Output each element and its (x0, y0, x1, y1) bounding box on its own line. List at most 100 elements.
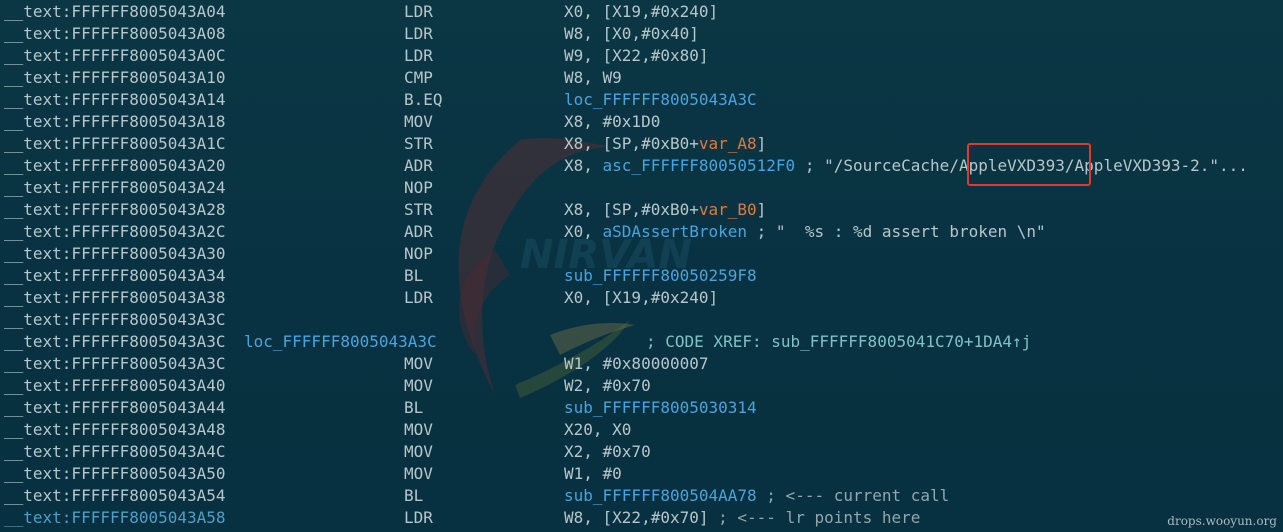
code-line[interactable]: __text:FFFFFF8005043A2C ADR X0, aSDAssertB… (0, 221, 1283, 243)
instruction-mnemonic: STR (404, 200, 433, 219)
code-line[interactable]: __text:FFFFFF8005043A3C MOV W1, #0x8000000… (0, 353, 1283, 375)
instruction-mnemonic: STR (404, 134, 433, 153)
line-address[interactable]: __text:FFFFFF8005043A34 (4, 265, 226, 287)
operand-text: W9, [X22,#0x80] (564, 46, 709, 65)
operand-variable[interactable]: var_A8 (699, 134, 757, 153)
instruction-operands: X0, [X19,#0x240] (564, 287, 718, 309)
instruction-mnemonic: LDR (404, 508, 433, 527)
line-address[interactable]: __text:FFFFFF8005043A24 (4, 177, 226, 199)
line-address[interactable]: __text:FFFFFF8005043A4C (4, 441, 226, 463)
operand-text: W8, [X22,#0x70] (564, 508, 709, 527)
line-address[interactable]: __text:FFFFFF8005043A20 (4, 155, 226, 177)
instruction-mnemonic: LDR (404, 24, 433, 43)
instruction-operands: X8, asc_FFFFFF80050512F0 ; "/SourceCache… (564, 155, 1248, 177)
instruction-mnemonic: MOV (404, 464, 433, 483)
instruction-mnemonic: ADR (404, 222, 433, 241)
code-line[interactable]: __text:FFFFFF8005043A4C MOV X2, #0x70 (0, 441, 1283, 463)
instruction-mnemonic: MOV (404, 354, 433, 373)
operand-text: X8, [SP,#0xB0+ (564, 200, 699, 219)
operand-text: X0, [X19,#0x240] (564, 288, 719, 307)
operand-text: X8, [SP,#0xB0+ (564, 134, 699, 153)
operand-text: W1, #0 (564, 464, 622, 483)
code-line[interactable]: __text:FFFFFF8005043A44 BL sub_FFFFFF80050… (0, 397, 1283, 419)
code-line[interactable]: __text:FFFFFF8005043A58 LDR W8, [X22,#0x70… (0, 507, 1283, 529)
code-line[interactable]: __text:FFFFFF8005043A30 NOP (0, 243, 1283, 265)
operand-reference[interactable]: loc_FFFFFF8005043A3C (564, 90, 757, 109)
instruction-mnemonic: MOV (404, 442, 433, 461)
operand-reference[interactable]: sub_FFFFFF800504AA78 (564, 486, 757, 505)
code-line[interactable]: __text:FFFFFF8005043A18 MOV X8, #0x1D0 (0, 111, 1283, 133)
line-address[interactable]: __text:FFFFFF8005043A2C (4, 221, 226, 243)
operand-text: W2, #0x70 (564, 376, 651, 395)
code-line[interactable]: __text:FFFFFF8005043A0C LDR W9, [X22,#0x80… (0, 45, 1283, 67)
line-address[interactable]: __text:FFFFFF8005043A04 (4, 1, 226, 23)
line-address[interactable]: __text:FFFFFF8005043A28 (4, 199, 226, 221)
instruction-operands: X8, [SP,#0xB0+var_B0] (564, 199, 766, 221)
operand-variable[interactable]: var_B0 (699, 200, 757, 219)
instruction-mnemonic: BL (404, 486, 424, 505)
operand-reference[interactable]: sub_FFFFFF8005030314 (564, 398, 757, 417)
code-line[interactable]: __text:FFFFFF8005043A34 BL sub_FFFFFF80050… (0, 265, 1283, 287)
instruction-operands: loc_FFFFFF8005043A3C (564, 89, 757, 111)
code-line[interactable]: __text:FFFFFF8005043A54 BL sub_FFFFFF80050… (0, 485, 1283, 507)
code-line[interactable]: __text:FFFFFF8005043A38 LDR X0, [X19,#0x24… (0, 287, 1283, 309)
instruction-mnemonic: LDR (404, 288, 433, 307)
line-address[interactable]: __text:FFFFFF8005043A18 (4, 111, 226, 133)
code-line[interactable]: __text:FFFFFF8005043A48 MOV X20, X0 (0, 419, 1283, 441)
code-line[interactable]: __text:FFFFFF8005043A3C loc_FFFFFF8005043… (0, 331, 1283, 353)
code-line[interactable]: __text:FFFFFF8005043A14 B.EQ loc_FFFFFF800… (0, 89, 1283, 111)
instruction-operands: X20, X0 (564, 419, 631, 441)
instruction-mnemonic: MOV (404, 376, 433, 395)
line-address[interactable]: __text:FFFFFF8005043A3C (4, 353, 226, 375)
instruction-operands: W8, [X0,#0x40] (564, 23, 699, 45)
line-address[interactable]: __text:FFFFFF8005043A3C (4, 331, 226, 353)
instruction-mnemonic: BL (404, 398, 424, 417)
instruction-mnemonic: CMP (404, 68, 433, 87)
operand-text: X8, (564, 156, 603, 175)
code-line[interactable]: __text:FFFFFF8005043A04 LDR X0, [X19,#0x24… (0, 1, 1283, 23)
operand-reference[interactable]: asc_FFFFFF80050512F0 (603, 156, 796, 175)
inline-comment: ; " %s : %d assert broken \n" (747, 222, 1046, 241)
site-watermark: drops.wooyun.org (1167, 514, 1277, 528)
operand-text: W8, W9 (564, 68, 622, 87)
instruction-operands: W8, [X22,#0x70] ; <--- lr points here (564, 507, 920, 529)
code-line[interactable]: __text:FFFFFF8005043A3C (0, 309, 1283, 331)
line-address[interactable]: __text:FFFFFF8005043A14 (4, 89, 226, 111)
line-address[interactable]: __text:FFFFFF8005043A50 (4, 463, 226, 485)
line-address[interactable]: __text:FFFFFF8005043A40 (4, 375, 226, 397)
operand-reference[interactable]: aSDAssertBroken (603, 222, 748, 241)
instruction-mnemonic: NOP (404, 178, 433, 197)
operand-text: ] (756, 134, 767, 153)
line-address[interactable]: __text:FFFFFF8005043A3C (4, 309, 226, 331)
line-address[interactable]: __text:FFFFFF8005043A48 (4, 419, 226, 441)
instruction-operands: W8, W9 (564, 67, 622, 89)
instruction-mnemonic: LDR (404, 2, 433, 21)
instruction-mnemonic: MOV (404, 420, 433, 439)
line-address[interactable]: __text:FFFFFF8005043A38 (4, 287, 226, 309)
disassembly-view[interactable]: NIRVAN __text:FFFFFF8005043A04 LDR X0, [X1… (0, 0, 1283, 532)
line-address[interactable]: __text:FFFFFF8005043A1C (4, 133, 226, 155)
line-address[interactable]: __text:FFFFFF8005043A08 (4, 23, 226, 45)
operand-text: X8, #0x1D0 (564, 112, 661, 131)
line-address[interactable]: __text:FFFFFF8005043A58 (4, 507, 226, 529)
instruction-operands: W9, [X22,#0x80] (564, 45, 709, 67)
instruction-operands: X8, #0x1D0 (564, 111, 660, 133)
code-line[interactable]: __text:FFFFFF8005043A50 MOV W1, #0 (0, 463, 1283, 485)
line-address[interactable]: __text:FFFFFF8005043A30 (4, 243, 226, 265)
line-address[interactable]: __text:FFFFFF8005043A54 (4, 485, 226, 507)
line-address[interactable]: __text:FFFFFF8005043A44 (4, 397, 226, 419)
line-address[interactable]: __text:FFFFFF8005043A0C (4, 45, 226, 67)
instruction-operands: X8, [SP,#0xB0+var_A8] (564, 133, 766, 155)
code-label[interactable]: loc_FFFFFF8005043A3C (244, 331, 437, 353)
code-line[interactable]: __text:FFFFFF8005043A40 MOV W2, #0x70 (0, 375, 1283, 397)
operand-reference[interactable]: sub_FFFFFF80050259F8 (564, 266, 757, 285)
annotation-highlight-box (967, 143, 1091, 186)
operand-text: W8, [X0,#0x40] (564, 24, 699, 43)
xref-comment[interactable]: ; CODE XREF: sub_FFFFFF8005041C70+1DA4↑j (646, 331, 1031, 353)
code-line[interactable]: __text:FFFFFF8005043A08 LDR W8, [X0,#0x40] (0, 23, 1283, 45)
operand-text: W1, #0x80000007 (564, 354, 709, 373)
line-address[interactable]: __text:FFFFFF8005043A10 (4, 67, 226, 89)
code-line[interactable]: __text:FFFFFF8005043A10 CMP W8, W9 (0, 67, 1283, 89)
operand-text: X20, X0 (564, 420, 632, 439)
code-line[interactable]: __text:FFFFFF8005043A28 STR X8, [SP,#0xB0+… (0, 199, 1283, 221)
